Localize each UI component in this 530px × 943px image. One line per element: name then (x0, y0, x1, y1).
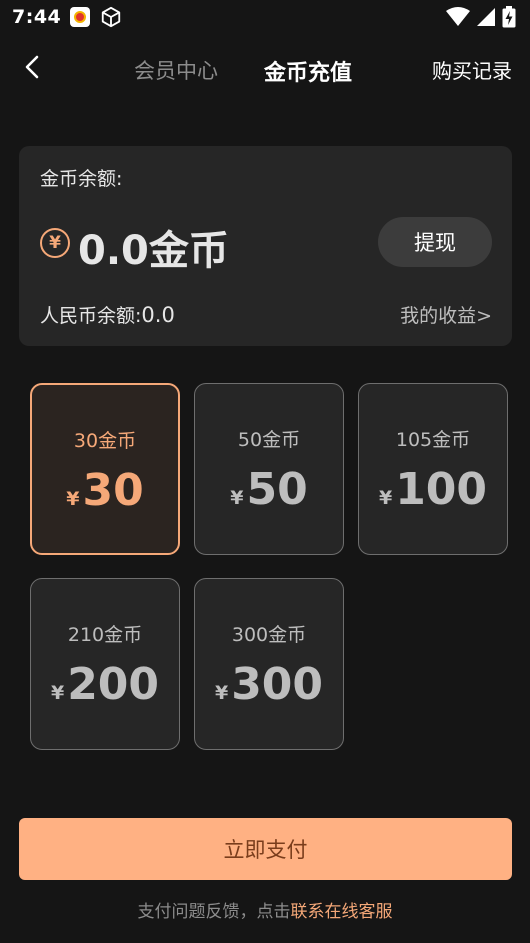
package-price-value: 50 (246, 464, 308, 515)
package-price-value: 100 (395, 464, 488, 515)
cube-icon (102, 6, 121, 28)
signal-icon (477, 8, 495, 26)
package-option[interactable]: 50金币 ¥ 50 (194, 383, 344, 555)
status-time: 7:44 (12, 6, 62, 28)
my-earnings-link[interactable]: 我的收益> (400, 301, 492, 328)
rmb-balance-label: 人民币余额: (40, 305, 142, 327)
app-notification-icon (70, 7, 91, 27)
coin-balance-label: 金币余额: (40, 168, 123, 190)
package-option[interactable]: 300金币 ¥ 300 (194, 578, 344, 750)
package-price-value: 200 (67, 659, 160, 710)
feedback-text: 支付问题反馈，点击 (137, 902, 291, 922)
package-option[interactable]: 30金币 ¥ 30 (30, 383, 180, 555)
status-bar: 7:44 (0, 0, 530, 34)
contact-support-link[interactable]: 联系在线客服 (291, 902, 393, 922)
withdraw-button[interactable]: 提现 (378, 217, 492, 267)
yen-symbol: ¥ (378, 487, 393, 509)
package-price-value: 300 (231, 659, 324, 710)
battery-charging-icon (502, 6, 516, 28)
package-coins: 50金币 (237, 429, 301, 451)
yen-symbol: ¥ (66, 488, 80, 510)
package-option[interactable]: 210金币 ¥ 200 (30, 578, 180, 750)
coin-balance-amount: 0.0金币 (78, 228, 229, 274)
rmb-balance: 人民币余额:0.0 (40, 301, 175, 328)
yen-symbol: ¥ (230, 487, 244, 509)
package-coins: 210金币 (67, 624, 143, 646)
status-right-icons (446, 6, 516, 28)
pay-now-button[interactable]: 立即支付 (19, 818, 512, 880)
package-coins: 300金币 (231, 624, 307, 646)
package-price-value: 30 (82, 465, 144, 516)
rmb-balance-value: 0.0 (141, 303, 175, 327)
package-coins: 105金币 (395, 429, 471, 451)
package-price: ¥ 100 (379, 464, 487, 515)
yen-symbol: ¥ (214, 682, 229, 704)
tab-member-center[interactable]: 会员中心 (134, 55, 218, 85)
purchase-record-link[interactable]: 购买记录 (432, 55, 512, 84)
yen-symbol: ¥ (50, 682, 65, 704)
back-arrow-icon[interactable] (18, 52, 48, 82)
package-option[interactable]: 105金币 ¥ 100 (358, 383, 508, 555)
tab-coin-recharge[interactable]: 金币充值 (264, 55, 352, 87)
package-coins: 30金币 (73, 430, 137, 452)
payment-feedback: 支付问题反馈，点击联系在线客服 (0, 897, 530, 922)
wifi-icon (446, 7, 470, 26)
coin-icon: ¥ (40, 228, 70, 258)
package-price: ¥ 300 (215, 659, 323, 710)
nav-bar: 会员中心 金币充值 购买记录 (0, 40, 530, 96)
package-price: ¥ 200 (51, 659, 159, 710)
package-price: ¥ 30 (66, 465, 143, 516)
balance-card: 金币余额: ¥ 0.0金币 提现 人民币余额:0.0 我的收益> (19, 146, 512, 346)
package-price: ¥ 50 (230, 464, 307, 515)
